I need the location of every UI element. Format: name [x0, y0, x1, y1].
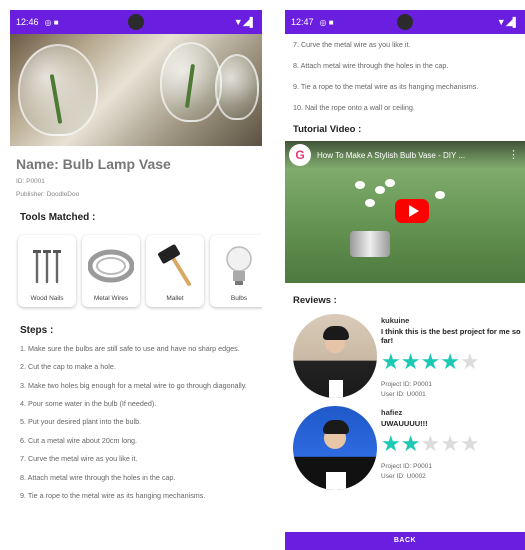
status-time: 12:46	[16, 17, 39, 27]
star-filled-icon: ★	[440, 348, 460, 374]
star-filled-icon: ★	[381, 431, 401, 457]
review-text: I think this is the best project for me …	[381, 327, 521, 346]
tool-name: Bulbs	[230, 295, 248, 302]
flower-decor	[355, 181, 365, 189]
star-rating: ★ ★ ★ ★ ★	[381, 348, 525, 374]
mallet-icon	[151, 243, 199, 289]
product-detail-screen-scrolled: 12:47 ◎ ■ ▼◢▌ 7. Curve the metal wire as…	[285, 10, 525, 550]
avatar-hair	[323, 420, 349, 434]
star-empty-icon: ★	[459, 431, 480, 457]
review-user-id: User ID: U0001	[381, 390, 426, 397]
star-empty-icon: ★	[440, 431, 460, 457]
review-body: kukuine I think this is the best project…	[381, 314, 525, 398]
flower-decor	[435, 191, 445, 199]
camera-cutout	[397, 14, 413, 30]
nails-icon	[23, 243, 71, 289]
step-item: 8. Attach metal wire through the holes i…	[293, 61, 449, 70]
avatar-shirt	[329, 380, 343, 398]
star-filled-icon: ★	[420, 348, 441, 374]
status-time: 12:47	[291, 17, 314, 27]
review-item: hafiez UWAUUUU!!! ★ ★ ★ ★ ★ Project ID: …	[285, 406, 525, 490]
play-icon	[408, 205, 419, 217]
tools-title: Tools Matched :	[20, 212, 96, 223]
product-hero-image	[10, 34, 262, 146]
review-project-id: Project ID: P0001	[381, 380, 432, 388]
review-meta: Project ID: P0001 User ID: U0001	[381, 380, 525, 397]
flower-decor	[375, 186, 385, 194]
tool-card-wood-nails[interactable]: Wood Nails	[18, 235, 76, 307]
signal-battery-icon: ▼◢▌	[496, 16, 519, 27]
product-id: ID: P0001	[16, 178, 45, 185]
video-title[interactable]: How To Make A Stylish Bulb Vase - DIY ..…	[317, 151, 465, 160]
star-filled-icon: ★	[400, 348, 421, 374]
more-options-icon[interactable]: ⋮	[508, 148, 519, 161]
status-icons: ◎ ■	[44, 17, 59, 27]
step-item: 3. Make two holes big enough for a metal…	[20, 380, 247, 390]
channel-logo-icon[interactable]: G	[289, 144, 311, 166]
product-content: Name: Bulb Lamp Vase ID: P0001 Publisher…	[10, 156, 262, 500]
step-item: 9. Tie a rope to the metal wire as its h…	[20, 490, 206, 500]
status-bar: 12:47 ◎ ■ ▼◢▌	[285, 10, 525, 34]
step-item: 9. Tie a rope to the metal wire as its h…	[293, 82, 479, 91]
step-item: 7. Curve the metal wire as you like it.	[293, 40, 411, 49]
avatar	[293, 406, 377, 490]
step-item: 10. Nail the rope onto a wall or ceiling…	[293, 103, 415, 112]
step-item: 2. Cut the cap to make a hole.	[20, 362, 116, 372]
product-name: Name: Bulb Lamp Vase	[16, 156, 171, 172]
step-item: 7. Curve the metal wire as you like it.	[20, 454, 138, 464]
tool-card-metal-wires[interactable]: Metal Wires	[82, 235, 140, 307]
star-filled-icon: ★	[400, 431, 421, 457]
wire-coil-icon	[87, 243, 135, 289]
signal-battery-icon: ▼◢▌	[233, 16, 256, 27]
review-body: hafiez UWAUUUU!!! ★ ★ ★ ★ ★ Project ID: …	[381, 406, 525, 490]
flower-decor	[385, 179, 395, 187]
bulb-vase-image	[350, 231, 390, 257]
review-user-id: User ID: U0002	[381, 473, 426, 481]
review-text: UWAUUUU!!!	[381, 419, 428, 428]
product-detail-screen: 12:46 ◎ ■ ▼◢▌ Name: Bulb Lamp Vase ID: P…	[10, 10, 262, 550]
avatar	[293, 314, 377, 398]
bulb-vase-image	[215, 54, 259, 120]
video-title-bar: G How To Make A Stylish Bulb Vase - DIY …	[285, 141, 525, 169]
tool-name: Metal Wires	[93, 295, 129, 302]
step-item: 8. Attach metal wire through the holes i…	[20, 472, 176, 482]
steps-list: 1. Make sure the bulbs are still safe to…	[16, 344, 256, 500]
avatar-hair	[323, 326, 349, 340]
tool-name: Mallet	[166, 295, 184, 302]
tool-card-bulbs[interactable]: Bulbs	[210, 235, 262, 307]
tutorial-video-player[interactable]: G How To Make A Stylish Bulb Vase - DIY …	[285, 141, 525, 283]
step-item: 4. Pour some water in the bulb (If neede…	[20, 399, 157, 409]
star-filled-icon: ★	[381, 348, 401, 374]
status-icons: ◎ ■	[319, 17, 334, 27]
tutorial-video-title: Tutorial Video :	[293, 124, 362, 135]
review-meta: Project ID: P0001 User ID: U0002	[381, 462, 525, 482]
product-publisher: Publisher: DoodleDoo	[16, 191, 80, 198]
status-bar: 12:46 ◎ ■ ▼◢▌	[10, 10, 262, 34]
star-rating: ★ ★ ★ ★ ★	[381, 432, 525, 456]
bulb-icon	[215, 243, 262, 289]
step-item: 1. Make sure the bulbs are still safe to…	[20, 344, 240, 353]
flower-decor	[365, 199, 375, 207]
step-item: 6. Cut a metal wire about 20cm long.	[20, 435, 138, 445]
star-empty-icon: ★	[420, 431, 441, 457]
camera-cutout	[128, 14, 144, 30]
play-button[interactable]	[395, 199, 429, 223]
tools-list[interactable]: Wood Nails Metal Wires Mallet Bulbs	[16, 235, 262, 307]
avatar-shirt	[326, 472, 346, 490]
review-project-id: Project ID: P0001	[381, 463, 432, 471]
review-username: hafiez	[381, 408, 403, 417]
star-empty-icon: ★	[459, 348, 480, 374]
tool-name: Wood Nails	[30, 295, 64, 302]
step-item: 5. Put your desired plant into the bulb.	[20, 417, 142, 427]
steps-list: 7. Curve the metal wire as you like it. …	[285, 34, 525, 112]
review-item: kukuine I think this is the best project…	[285, 314, 525, 398]
back-button[interactable]: BACK	[285, 532, 525, 550]
reviews-title: Reviews :	[293, 295, 337, 306]
steps-title: Steps :	[20, 325, 54, 336]
tool-card-mallet[interactable]: Mallet	[146, 235, 204, 307]
review-username: kukuine	[381, 316, 410, 325]
